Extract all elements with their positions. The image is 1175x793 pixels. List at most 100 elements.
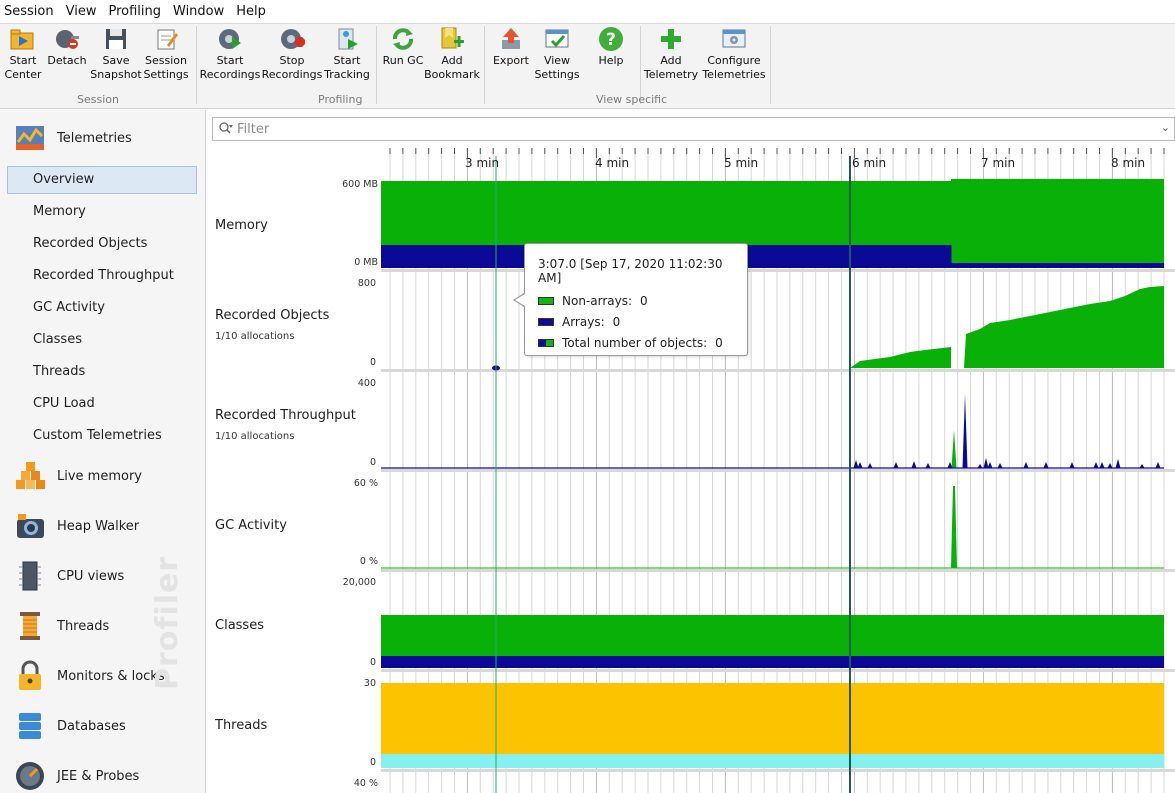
throughput-spike [1093, 462, 1099, 468]
row-label-memory: Memory [215, 218, 268, 233]
group-label-session: Session [77, 93, 119, 106]
memory-free-area [381, 181, 951, 246]
throughput-spike [997, 463, 1003, 468]
detach-button[interactable]: Detach [47, 26, 87, 68]
row-sub-recorded-objects: 1/10 allocations [215, 331, 295, 342]
run-gc-icon [390, 26, 416, 52]
session-settings-button[interactable]: Session Settings [143, 26, 189, 82]
recorded-throughput-ymax: 400 [357, 378, 376, 389]
tooltip-row-total: Total number of objects: 0 [538, 336, 747, 350]
stop-recordings-button[interactable]: Stop Recordings [262, 26, 322, 82]
sidebar-section-heap-walker[interactable]: Heap Walker [14, 510, 139, 542]
sidebar-section-cpu-views[interactable]: CPU views [14, 560, 124, 592]
view-settings-button[interactable]: View Settings [534, 26, 580, 82]
help-button[interactable]: ? Help [594, 26, 628, 68]
sidebar-item-custom-telemetries[interactable]: Custom Telemetries [33, 428, 162, 443]
add-telemetry-button[interactable]: Add Telemetry [644, 26, 698, 82]
throughput-spike [1107, 463, 1113, 468]
export-button[interactable]: Export [492, 26, 530, 68]
memory-used-area-right [951, 263, 1164, 268]
throughput-spike [1023, 462, 1029, 468]
cpu-views-icon [14, 560, 46, 592]
cpu-load-ymax: 40 % [353, 778, 378, 789]
menu-session[interactable]: Session [4, 4, 54, 19]
menu-profiling[interactable]: Profiling [108, 4, 161, 19]
live-memory-icon [14, 460, 46, 492]
toolbar-separator [196, 26, 197, 104]
sidebar-section-threads[interactable]: Threads [14, 610, 109, 642]
help-icon: ? [598, 26, 624, 52]
sidebar-item-overview[interactable]: Overview [33, 172, 94, 187]
throughput-spike [867, 463, 873, 468]
throughput-spike [987, 462, 993, 468]
sidebar-item-gc-activity[interactable]: GC Activity [33, 300, 105, 315]
recorded-throughput-ymin: 0 [369, 457, 376, 468]
non-arrays-swatch [538, 297, 554, 305]
start-recordings-icon [217, 26, 243, 52]
add-telemetry-icon [658, 26, 684, 52]
session-settings-icon [153, 26, 179, 52]
sidebar-section-live-memory[interactable]: Live memory [14, 460, 142, 492]
configure-telemetries-button[interactable]: Configure Telemetries [702, 26, 766, 82]
profiler-watermark: Profiler [150, 555, 185, 690]
sidebar-item-memory[interactable]: Memory [33, 204, 86, 219]
throughput-spike [962, 394, 968, 468]
sidebar-item-threads[interactable]: Threads [33, 364, 85, 379]
sidebar-item-cpu-load[interactable]: CPU Load [33, 396, 95, 411]
start-center-button[interactable]: Start Center [4, 26, 42, 82]
sidebar-section-databases[interactable]: Databases [14, 710, 126, 742]
recorded-objects-ymax: 800 [357, 278, 376, 289]
throughput-spike [983, 458, 989, 468]
chart-tooltip: 3:07.0 [Sep 17, 2020 11:02:30 AM] Non-ar… [524, 243, 748, 356]
time-label-3-min: 3 min [465, 156, 500, 170]
telemetries-icon [14, 122, 46, 154]
row-separator [381, 369, 1175, 372]
sidebar-section-jee-probes[interactable]: JEE & Probes [14, 760, 139, 792]
time-label-6-min: 6 min [852, 156, 887, 170]
search-icon [219, 121, 233, 137]
start-center-icon [10, 26, 36, 52]
sidebar-item-recorded-objects[interactable]: Recorded Objects [33, 236, 147, 251]
add-bookmark-icon [439, 26, 465, 52]
group-label-view-specific: View specific [596, 93, 668, 106]
menu-help[interactable]: Help [236, 4, 266, 19]
sidebar-item-classes[interactable]: Classes [33, 332, 82, 347]
menu-view[interactable]: View [66, 4, 97, 19]
detach-icon [54, 26, 80, 52]
menu-window[interactable]: Window [173, 4, 224, 19]
recorded-objects-area-1 [850, 347, 951, 368]
throughput-spike [925, 463, 931, 468]
filter-field[interactable]: Filter ⌄ [212, 117, 1175, 141]
svg-text:?: ? [606, 30, 616, 50]
recorded-objects-area-2 [964, 286, 1164, 368]
sidebar-item-recorded-throughput[interactable]: Recorded Throughput [33, 268, 174, 283]
filter-dropdown-icon[interactable]: ⌄ [1161, 121, 1170, 134]
menu-bar: Session View Profiling Window Help [0, 0, 1175, 24]
threads-ymax: 30 [363, 678, 376, 689]
save-snapshot-button[interactable]: Save Snapshot [90, 26, 142, 82]
toolbar-separator [484, 26, 485, 104]
throughput-spike [857, 462, 863, 468]
start-tracking-icon [334, 26, 360, 52]
row-label-gc-activity: GC Activity [215, 518, 287, 533]
row-label-threads: Threads [215, 718, 268, 733]
run-gc-button[interactable]: Run GC [382, 26, 424, 68]
add-bookmark-button[interactable]: Add Bookmark [424, 26, 480, 82]
start-tracking-button[interactable]: Start Tracking [324, 26, 370, 82]
time-label-8-min: 8 min [1111, 156, 1146, 170]
classes-ymin: 0 [369, 657, 376, 668]
tooltip-row-non-arrays: Non-arrays: 0 [538, 294, 747, 308]
sidebar-section-monitors-locks[interactable]: Monitors & locks [14, 660, 165, 692]
threads-ymin: 0 [369, 757, 376, 768]
classes-array-area [381, 656, 1164, 668]
throughput-spike [951, 430, 957, 468]
threads-waiting-area [381, 754, 1164, 768]
arrays-swatch [538, 318, 554, 326]
throughput-spike [1155, 462, 1161, 468]
group-label-profiling: Profiling [318, 93, 363, 106]
gc-activity-spike [951, 486, 957, 568]
row-sub-recorded-throughput: 1/10 allocations [215, 431, 295, 442]
start-recordings-button[interactable]: Start Recordings [200, 26, 260, 82]
memory-ymax: 600 MB [342, 179, 378, 190]
sidebar-section-telemetries[interactable]: Telemetries [14, 122, 132, 154]
